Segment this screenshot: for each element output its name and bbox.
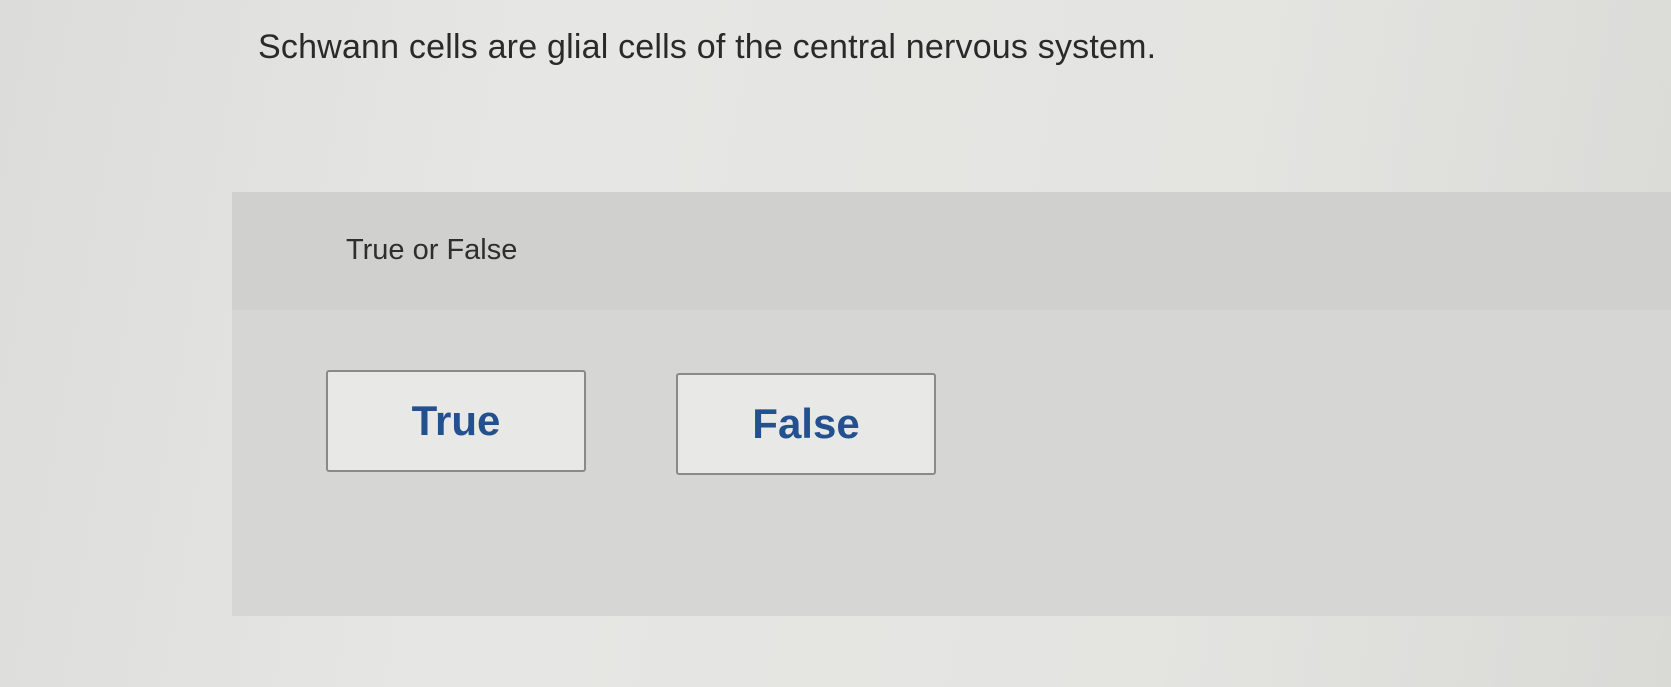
answer-panel: True or False True False bbox=[232, 192, 1671, 616]
false-choice-button[interactable]: False bbox=[676, 373, 936, 475]
answer-panel-header: True or False bbox=[232, 192, 1671, 310]
true-choice-button[interactable]: True bbox=[326, 370, 586, 472]
question-text: Schwann cells are glial cells of the cen… bbox=[258, 28, 1157, 66]
instruction-label: True or False bbox=[346, 234, 518, 266]
